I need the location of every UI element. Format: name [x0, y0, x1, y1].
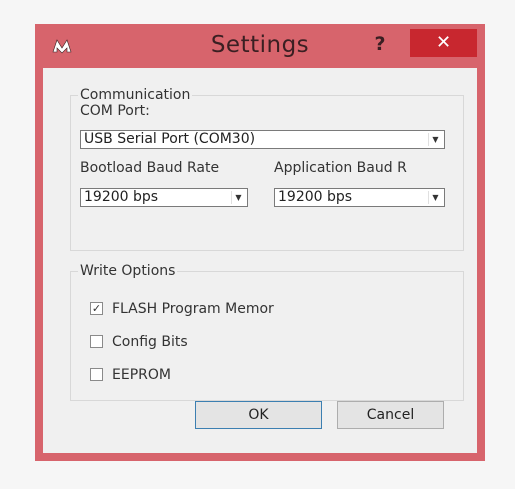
bootload-baud-label: Bootload Baud Ratе — [80, 160, 220, 176]
checkbox-box[interactable] — [90, 335, 103, 348]
communication-group: Communication COM Port: USB Serial Port … — [70, 87, 464, 251]
application-baud-label: Application Baud R — [274, 160, 407, 176]
title-bar[interactable]: Settings ? ✕ — [35, 24, 485, 68]
com-port-label: COM Port: — [80, 103, 150, 119]
application-baud-value: 19200 bps — [278, 189, 353, 205]
chevron-down-icon[interactable]: ▼ — [428, 191, 442, 204]
close-button[interactable]: ✕ — [410, 29, 477, 57]
com-port-value: USB Serial Port (COM30) — [84, 131, 256, 147]
write-options-group-title: Write Options — [78, 263, 178, 279]
checkbox-box[interactable] — [90, 368, 103, 381]
dialog-body: Communication COM Port: USB Serial Port … — [43, 68, 477, 453]
config-bits-checkbox[interactable]: Config Bits — [90, 333, 390, 351]
settings-dialog: Settings ? ✕ Communication COM Port: USB… — [35, 24, 485, 461]
checkbox-label: Config Bits — [112, 334, 188, 350]
write-options-group: Write Options ✓ FLASH Program Memor Conf… — [70, 263, 464, 401]
cancel-button[interactable]: Cancel — [337, 401, 444, 429]
ok-button[interactable]: OK — [195, 401, 322, 429]
bootload-baud-select[interactable]: 19200 bps ▼ — [80, 188, 248, 207]
chevron-down-icon[interactable]: ▼ — [231, 191, 245, 204]
help-button[interactable]: ? — [365, 29, 395, 59]
flash-program-memory-checkbox[interactable]: ✓ FLASH Program Memor — [90, 300, 390, 318]
application-baud-select[interactable]: 19200 bps ▼ — [274, 188, 445, 207]
com-port-select[interactable]: USB Serial Port (COM30) ▼ — [80, 130, 445, 149]
checkmark-icon[interactable]: ✓ — [90, 302, 103, 315]
checkbox-label: EEPROM — [112, 367, 171, 383]
page: Settings ? ✕ Communication COM Port: USB… — [0, 0, 515, 489]
checkbox-label: FLASH Program Memor — [112, 301, 274, 317]
chevron-down-icon[interactable]: ▼ — [428, 133, 442, 146]
eeprom-checkbox[interactable]: EEPROM — [90, 366, 390, 384]
bootload-baud-value: 19200 bps — [84, 189, 159, 205]
communication-group-title: Communication — [78, 87, 193, 103]
